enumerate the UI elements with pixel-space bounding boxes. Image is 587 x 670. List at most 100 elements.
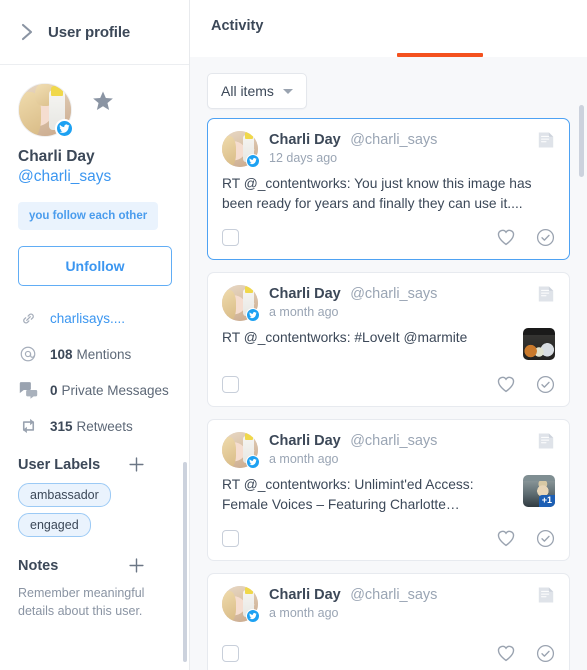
- activity-card[interactable]: Charli Day @charli_says a month ago: [207, 573, 570, 670]
- profile-handle[interactable]: @charli_says: [18, 168, 171, 186]
- card-timestamp: a month ago: [269, 305, 339, 320]
- website-link[interactable]: charlisays....: [50, 311, 125, 326]
- avatar[interactable]: [18, 83, 74, 138]
- card-header: Charli Day @charli_says a month ago: [222, 432, 555, 470]
- avatar[interactable]: [222, 285, 260, 323]
- select-checkbox[interactable]: [222, 644, 239, 662]
- note-icon[interactable]: [537, 285, 555, 308]
- at-icon: [18, 344, 38, 364]
- card-author-name[interactable]: Charli Day: [269, 132, 341, 148]
- card-header: Charli Day @charli_says a month ago: [222, 586, 555, 624]
- card-actions: [496, 375, 555, 394]
- avatar[interactable]: [222, 131, 260, 168]
- note-icon[interactable]: [537, 432, 555, 455]
- card-author-name[interactable]: Charli Day: [269, 286, 341, 302]
- card-text: RT @_contentworks: #LoveIt @marmite: [222, 330, 468, 346]
- card-identity: Charli Day @charli_says a month ago: [269, 432, 555, 466]
- stat-row-website[interactable]: charlisays....: [18, 308, 171, 328]
- sidebar-scrollbar[interactable]: [183, 462, 187, 662]
- sidebar-header: User profile: [0, 0, 189, 65]
- card-author-name[interactable]: Charli Day: [269, 433, 341, 449]
- label-chip[interactable]: engaged: [18, 513, 91, 537]
- select-checkbox[interactable]: [222, 529, 239, 547]
- mentions-count: 108: [50, 346, 73, 362]
- heart-icon[interactable]: [496, 644, 516, 662]
- card-footer: [222, 215, 555, 259]
- card-timestamp: 12 days ago: [269, 151, 338, 165]
- profile-stats: charlisays.... 108 Mentions 0 Private Me…: [18, 308, 171, 436]
- card-body: RT @_contentworks: You just know this im…: [222, 174, 555, 213]
- note-icon[interactable]: [537, 586, 555, 609]
- user-labels-header: User Labels: [18, 456, 171, 473]
- card-author-handle[interactable]: @charli_says: [350, 132, 437, 148]
- select-checkbox[interactable]: [222, 375, 239, 393]
- activity-card[interactable]: Charli Day @charli_says a month ago RT @…: [207, 272, 570, 408]
- chevron-right-icon[interactable]: [18, 23, 36, 41]
- heart-icon[interactable]: [496, 228, 516, 246]
- private-messages-count: 0: [50, 382, 58, 398]
- card-author-handle[interactable]: @charli_says: [350, 286, 437, 302]
- card-header: Charli Day @charli_says a month ago: [222, 285, 555, 323]
- tab-activity[interactable]: Activity: [207, 18, 267, 34]
- page-title: User profile: [48, 23, 131, 41]
- stat-row-retweets[interactable]: 315 Retweets: [18, 416, 171, 436]
- twitter-verified-icon: [246, 154, 260, 168]
- media-thumbnail[interactable]: [523, 328, 555, 361]
- activity-scrollbar[interactable]: [579, 105, 584, 177]
- stat-row-private-messages[interactable]: 0 Private Messages: [18, 380, 171, 400]
- all-items-dropdown[interactable]: All items: [207, 73, 307, 109]
- unfollow-button[interactable]: Unfollow: [18, 246, 172, 286]
- heart-icon[interactable]: [496, 529, 516, 547]
- star-icon[interactable]: [92, 91, 114, 117]
- retweets-count: 315: [50, 418, 73, 434]
- media-count-badge: +1: [538, 495, 555, 508]
- notes-header: Notes: [18, 557, 171, 574]
- user-profile-app: User profile Charli Day @charli_says you…: [0, 0, 587, 670]
- select-checkbox[interactable]: [222, 228, 239, 246]
- check-circle-icon[interactable]: [536, 529, 555, 548]
- check-circle-icon[interactable]: [536, 375, 555, 394]
- card-body: RT @_contentworks: Unlimint'ed Access: F…: [222, 475, 555, 514]
- link-icon: [18, 308, 38, 328]
- activity-card[interactable]: Charli Day @charli_says a month ago RT @…: [207, 419, 570, 562]
- avatar[interactable]: [222, 586, 260, 624]
- user-labels-list: ambassador engaged: [18, 483, 171, 537]
- tab-active-indicator: [397, 53, 483, 57]
- profile-block: Charli Day @charli_says you follow each …: [0, 65, 189, 620]
- avatar[interactable]: [222, 432, 260, 470]
- media-thumbnail[interactable]: +1: [523, 475, 555, 508]
- all-items-dropdown-label: All items: [221, 83, 274, 99]
- plus-icon[interactable]: [128, 456, 145, 473]
- stat-row-mentions[interactable]: 108 Mentions: [18, 344, 171, 364]
- twitter-verified-icon: [55, 119, 74, 138]
- profile-sidebar: User profile Charli Day @charli_says you…: [0, 0, 190, 670]
- profile-name: Charli Day: [18, 148, 95, 165]
- card-author-name[interactable]: Charli Day: [269, 587, 341, 603]
- check-circle-icon[interactable]: [536, 228, 555, 247]
- heart-icon[interactable]: [496, 375, 516, 393]
- card-identity: Charli Day @charli_says a month ago: [269, 586, 555, 620]
- retweet-icon: [18, 416, 38, 436]
- card-footer: [222, 362, 555, 406]
- user-labels-title: User Labels: [18, 456, 101, 473]
- card-timestamp: a month ago: [269, 606, 339, 621]
- notes-placeholder[interactable]: Remember meaningful details about this u…: [18, 584, 171, 620]
- note-icon[interactable]: [537, 131, 555, 154]
- card-actions: [496, 529, 555, 548]
- card-author-handle[interactable]: @charli_says: [350, 587, 437, 603]
- plus-icon[interactable]: [128, 557, 145, 574]
- avatar-row: [18, 83, 171, 138]
- card-actions: [496, 644, 555, 663]
- activity-card[interactable]: Charli Day @charli_says 12 days ago RT @…: [207, 118, 570, 261]
- card-footer: [222, 516, 555, 560]
- retweets-label: Retweets: [76, 418, 133, 434]
- label-chip[interactable]: ambassador: [18, 483, 111, 507]
- card-actions: [496, 228, 555, 247]
- private-messages-label: Private Messages: [61, 382, 169, 398]
- check-circle-icon[interactable]: [536, 644, 555, 663]
- filter-area: All items: [190, 57, 587, 109]
- card-author-handle[interactable]: @charli_says: [350, 433, 437, 449]
- card-text: RT @_contentworks: Unlimint'ed Access: F…: [222, 477, 474, 512]
- status-badge: you follow each other: [18, 202, 159, 230]
- tab-bar: Activity: [190, 0, 587, 57]
